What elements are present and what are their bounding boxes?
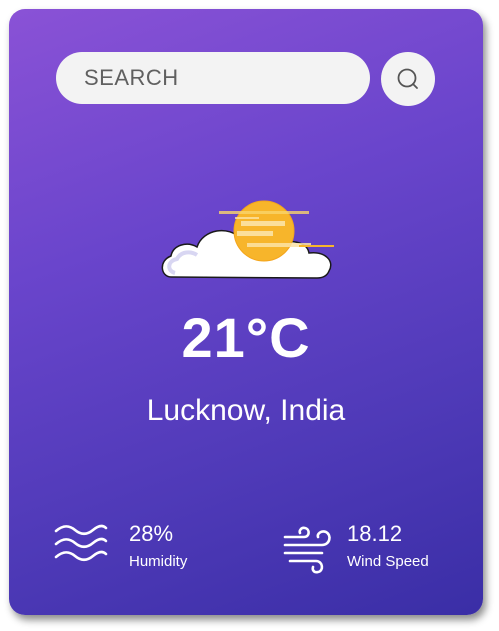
humidity-value: 28% <box>129 521 174 546</box>
humidity-label: Humidity <box>129 553 188 570</box>
location: Lucknow, India <box>146 394 346 427</box>
wind-label: Wind Speed <box>347 553 429 570</box>
sun-behind-cloud-icon <box>161 200 334 279</box>
temperature: 21°C <box>181 306 311 369</box>
humidity-waves-icon <box>54 524 108 562</box>
wind-value: 18.12 <box>347 521 403 546</box>
weather-card: 21°C Lucknow, India 28% Humidity 18.12 W… <box>9 9 483 615</box>
search-icon <box>397 68 418 89</box>
search-input[interactable] <box>56 52 370 104</box>
search-button[interactable] <box>381 52 435 106</box>
wind-icon <box>283 526 331 574</box>
